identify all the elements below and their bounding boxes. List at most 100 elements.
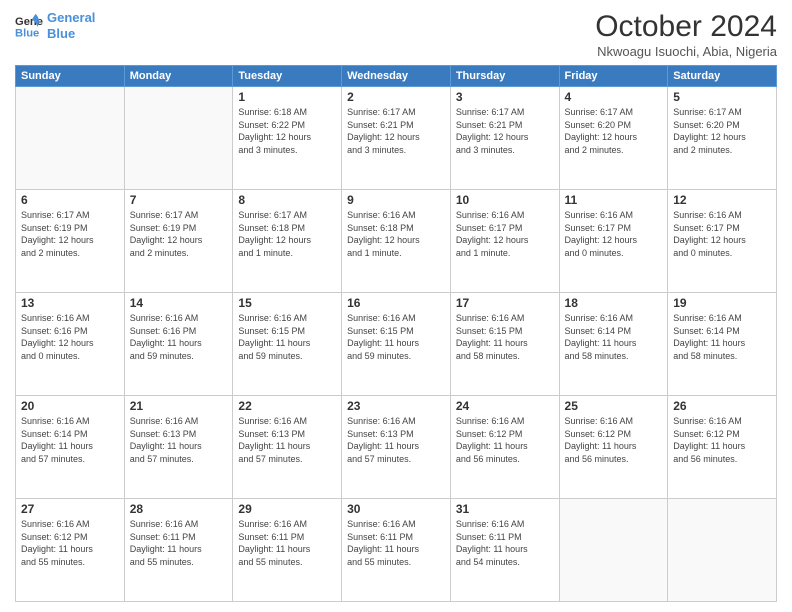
calendar-cell: 13 Sunrise: 6:16 AM Sunset: 6:16 PM Dayli… (16, 293, 125, 396)
day-number: 24 (456, 399, 554, 413)
day-info: Sunrise: 6:16 AM Sunset: 6:13 PM Dayligh… (238, 415, 336, 465)
day-number: 15 (238, 296, 336, 310)
weekday-header-friday: Friday (559, 66, 668, 87)
calendar-cell (559, 499, 668, 602)
day-number: 3 (456, 90, 554, 104)
day-info: Sunrise: 6:16 AM Sunset: 6:17 PM Dayligh… (565, 209, 663, 259)
calendar-cell: 14Sunrise: 6:16 AM Sunset: 6:16 PM Dayli… (124, 293, 233, 396)
calendar-cell: 15 Sunrise: 6:16 AM Sunset: 6:15 PM Dayli… (233, 293, 342, 396)
day-number: 2 (347, 90, 445, 104)
day-info: Sunrise: 6:16 AM Sunset: 6:15 PM Dayligh… (456, 312, 554, 362)
day-info: Sunrise: 6:16 AM Sunset: 6:11 PM Dayligh… (347, 518, 445, 568)
calendar-cell: 11 Sunrise: 6:16 AM Sunset: 6:17 PM Dayli… (559, 190, 668, 293)
weekday-header-wednesday: Wednesday (342, 66, 451, 87)
day-info: Sunrise: 6:16 AM Sunset: 6:11 PM Dayligh… (456, 518, 554, 568)
day-number: 7 (130, 193, 228, 207)
day-number: 16 (347, 296, 445, 310)
title-section: October 2024 Nkwoagu Isuochi, Abia, Nige… (595, 10, 777, 59)
calendar-cell: 20Sunrise: 6:16 AM Sunset: 6:14 PM Dayli… (16, 396, 125, 499)
day-info: Sunrise: 6:16 AM Sunset: 6:14 PM Dayligh… (673, 312, 771, 362)
day-info: Sunrise: 6:17 AM Sunset: 6:21 PM Dayligh… (347, 106, 445, 156)
calendar-cell: 9 Sunrise: 6:16 AM Sunset: 6:18 PM Daylig… (342, 190, 451, 293)
day-info: Sunrise: 6:16 AM Sunset: 6:16 PM Dayligh… (21, 312, 119, 362)
day-info: Sunrise: 6:16 AM Sunset: 6:12 PM Dayligh… (565, 415, 663, 465)
calendar-cell: 19 Sunrise: 6:16 AM Sunset: 6:14 PM Dayli… (668, 293, 777, 396)
calendar-cell: 29 Sunrise: 6:16 AM Sunset: 6:11 PM Dayli… (233, 499, 342, 602)
logo-text: General Blue (47, 10, 95, 41)
calendar-cell: 8Sunrise: 6:17 AM Sunset: 6:18 PM Daylig… (233, 190, 342, 293)
day-info: Sunrise: 6:16 AM Sunset: 6:17 PM Dayligh… (456, 209, 554, 259)
day-number: 10 (456, 193, 554, 207)
calendar-cell: 16Sunrise: 6:16 AM Sunset: 6:15 PM Dayli… (342, 293, 451, 396)
day-number: 18 (565, 296, 663, 310)
month-title: October 2024 (595, 10, 777, 44)
day-number: 25 (565, 399, 663, 413)
calendar-cell: 5 Sunrise: 6:17 AM Sunset: 6:20 PM Daylig… (668, 87, 777, 190)
day-info: Sunrise: 6:16 AM Sunset: 6:11 PM Dayligh… (238, 518, 336, 568)
week-row-2: 6 Sunrise: 6:17 AM Sunset: 6:19 PM Daylig… (16, 190, 777, 293)
day-number: 5 (673, 90, 771, 104)
week-row-1: 1 Sunrise: 6:18 AM Sunset: 6:22 PM Daylig… (16, 87, 777, 190)
weekday-header-sunday: Sunday (16, 66, 125, 87)
calendar-cell: 10 Sunrise: 6:16 AM Sunset: 6:17 PM Dayli… (450, 190, 559, 293)
calendar-cell: 7 Sunrise: 6:17 AM Sunset: 6:19 PM Daylig… (124, 190, 233, 293)
day-number: 17 (456, 296, 554, 310)
day-number: 8 (238, 193, 336, 207)
logo-icon: General Blue (15, 12, 43, 40)
day-number: 22 (238, 399, 336, 413)
day-info: Sunrise: 6:17 AM Sunset: 6:20 PM Dayligh… (565, 106, 663, 156)
calendar-cell: 30 Sunrise: 6:16 AM Sunset: 6:11 PM Dayli… (342, 499, 451, 602)
weekday-header-thursday: Thursday (450, 66, 559, 87)
calendar-cell: 1 Sunrise: 6:18 AM Sunset: 6:22 PM Daylig… (233, 87, 342, 190)
day-number: 28 (130, 502, 228, 516)
weekday-header-row: SundayMondayTuesdayWednesdayThursdayFrid… (16, 66, 777, 87)
calendar-cell: 25 Sunrise: 6:16 AM Sunset: 6:12 PM Dayli… (559, 396, 668, 499)
day-info: Sunrise: 6:16 AM Sunset: 6:18 PM Dayligh… (347, 209, 445, 259)
page: General Blue General Blue October 2024 N… (0, 0, 792, 612)
calendar-cell: 6 Sunrise: 6:17 AM Sunset: 6:19 PM Daylig… (16, 190, 125, 293)
day-info: Sunrise: 6:16 AM Sunset: 6:13 PM Dayligh… (347, 415, 445, 465)
day-info: Sunrise: 6:17 AM Sunset: 6:19 PM Dayligh… (130, 209, 228, 259)
logo-general: General (47, 10, 95, 25)
day-info: Sunrise: 6:16 AM Sunset: 6:16 PM Dayligh… (130, 312, 228, 362)
weekday-header-monday: Monday (124, 66, 233, 87)
day-number: 11 (565, 193, 663, 207)
day-number: 13 (21, 296, 119, 310)
logo: General Blue General Blue (15, 10, 95, 41)
calendar-cell (124, 87, 233, 190)
calendar-cell: 31 Sunrise: 6:16 AM Sunset: 6:11 PM Dayli… (450, 499, 559, 602)
day-number: 21 (130, 399, 228, 413)
calendar-cell: 22 Sunrise: 6:16 AM Sunset: 6:13 PM Dayli… (233, 396, 342, 499)
day-number: 30 (347, 502, 445, 516)
svg-text:Blue: Blue (15, 27, 39, 39)
weekday-header-tuesday: Tuesday (233, 66, 342, 87)
calendar-cell: 24 Sunrise: 6:16 AM Sunset: 6:12 PM Dayli… (450, 396, 559, 499)
header: General Blue General Blue October 2024 N… (15, 10, 777, 59)
calendar-cell: 17 Sunrise: 6:16 AM Sunset: 6:15 PM Dayli… (450, 293, 559, 396)
day-info: Sunrise: 6:16 AM Sunset: 6:15 PM Dayligh… (238, 312, 336, 362)
day-number: 19 (673, 296, 771, 310)
calendar-cell: 3 Sunrise: 6:17 AM Sunset: 6:21 PM Daylig… (450, 87, 559, 190)
day-number: 31 (456, 502, 554, 516)
calendar-cell: 21 Sunrise: 6:16 AM Sunset: 6:13 PM Dayli… (124, 396, 233, 499)
day-info: Sunrise: 6:16 AM Sunset: 6:13 PM Dayligh… (130, 415, 228, 465)
day-number: 1 (238, 90, 336, 104)
day-info: Sunrise: 6:17 AM Sunset: 6:20 PM Dayligh… (673, 106, 771, 156)
calendar-cell: 2 Sunrise: 6:17 AM Sunset: 6:21 PM Daylig… (342, 87, 451, 190)
day-info: Sunrise: 6:17 AM Sunset: 6:21 PM Dayligh… (456, 106, 554, 156)
calendar-cell: 12Sunrise: 6:16 AM Sunset: 6:17 PM Dayli… (668, 190, 777, 293)
calendar-cell: 18Sunrise: 6:16 AM Sunset: 6:14 PM Dayli… (559, 293, 668, 396)
day-number: 6 (21, 193, 119, 207)
day-number: 23 (347, 399, 445, 413)
week-row-4: 20Sunrise: 6:16 AM Sunset: 6:14 PM Dayli… (16, 396, 777, 499)
day-info: Sunrise: 6:16 AM Sunset: 6:12 PM Dayligh… (21, 518, 119, 568)
day-info: Sunrise: 6:16 AM Sunset: 6:12 PM Dayligh… (456, 415, 554, 465)
day-number: 4 (565, 90, 663, 104)
day-number: 29 (238, 502, 336, 516)
day-info: Sunrise: 6:17 AM Sunset: 6:19 PM Dayligh… (21, 209, 119, 259)
calendar-cell: 23 Sunrise: 6:16 AM Sunset: 6:13 PM Dayli… (342, 396, 451, 499)
day-number: 9 (347, 193, 445, 207)
calendar-cell: 28 Sunrise: 6:16 AM Sunset: 6:11 PM Dayli… (124, 499, 233, 602)
day-info: Sunrise: 6:18 AM Sunset: 6:22 PM Dayligh… (238, 106, 336, 156)
day-info: Sunrise: 6:16 AM Sunset: 6:11 PM Dayligh… (130, 518, 228, 568)
